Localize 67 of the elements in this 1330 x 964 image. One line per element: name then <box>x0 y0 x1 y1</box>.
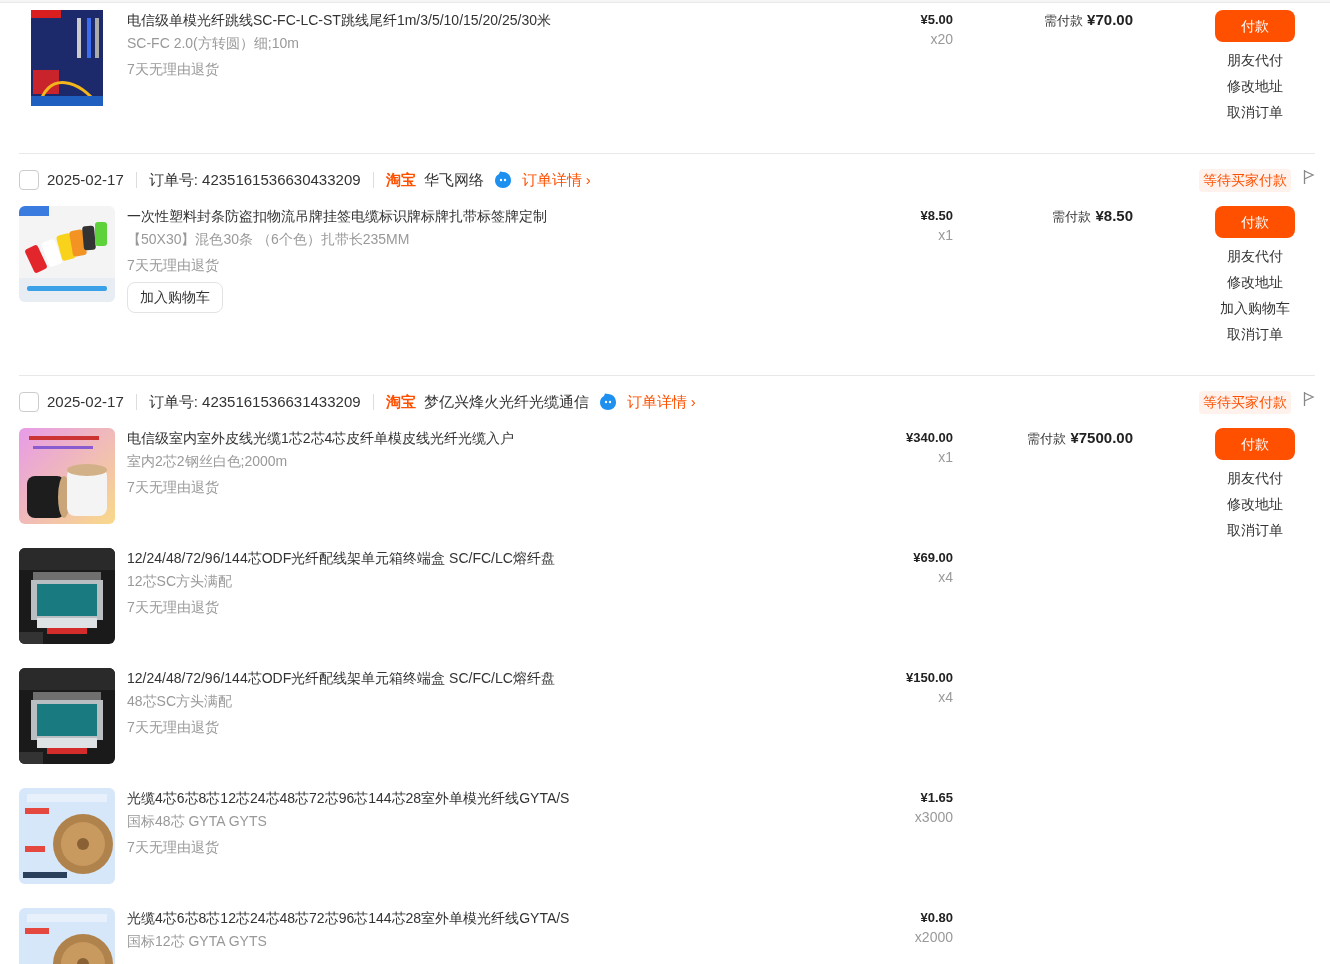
flag-icon[interactable] <box>1303 391 1315 407</box>
return-policy: 7天无理由退货 <box>127 838 220 857</box>
status-badge: 等待买家付款 <box>1199 390 1291 414</box>
status-badge: 等待买家付款 <box>1199 168 1291 192</box>
return-policy: 7天无理由退货 <box>127 598 220 617</box>
action-link[interactable]: 朋友代付 <box>1227 47 1283 73</box>
total-amount: ¥70.00 <box>1087 11 1133 28</box>
order-number: 订单号: 4235161536631433209 <box>148 391 361 412</box>
product-title[interactable]: 电信级室内室外皮线光缆1芯2芯4芯皮纤单模皮线光纤光缆入户 <box>127 428 727 448</box>
quantity: x1 <box>937 448 953 466</box>
checkbox[interactable] <box>19 392 39 412</box>
chat-icon[interactable] <box>598 393 617 411</box>
return-policy: 7天无理由退货 <box>127 478 220 497</box>
unit-price: ¥69.00 <box>912 549 953 567</box>
platform-label: 淘宝 <box>385 169 416 190</box>
product-spec: 12芯SC方头满配 <box>127 572 234 591</box>
product-spec: 室内2芯2钢丝白色;2000m <box>127 452 289 471</box>
total-label: 需付款 <box>1027 431 1067 446</box>
quantity: x1 <box>937 226 953 244</box>
action-link[interactable]: 加入购物车 <box>1220 295 1290 321</box>
quantity: x4 <box>937 688 953 706</box>
total-amount: ¥7500.00 <box>1070 429 1133 446</box>
product-title[interactable]: 光缆4芯6芯8芯12芯24芯48芯72芯96芯144芯28室外单模光纤线GYTA/S <box>127 908 727 928</box>
quantity: x20 <box>929 30 953 48</box>
shop-name[interactable]: 华飞网络 <box>423 168 484 192</box>
total-amount: ¥8.50 <box>1095 207 1133 224</box>
shop-name[interactable]: 梦亿兴烽火光纤光缆通信 <box>423 390 589 414</box>
return-policy: 7天无理由退货 <box>127 718 220 737</box>
total-label: 需付款 <box>1052 209 1092 224</box>
unit-price: ¥340.00 <box>905 429 953 447</box>
action-link[interactable]: 朋友代付 <box>1227 465 1283 491</box>
action-link[interactable]: 取消订单 <box>1227 517 1283 543</box>
checkbox[interactable] <box>19 170 39 190</box>
order-date: 2025-02-17 <box>47 169 124 190</box>
product-spec: 国标48芯 GYTA GYTS <box>127 812 268 831</box>
unit-price: ¥5.00 <box>919 11 953 29</box>
action-link[interactable]: 修改地址 <box>1227 491 1283 517</box>
product-title[interactable]: 光缆4芯6芯8芯12芯24芯48芯72芯96芯144芯28室外单模光纤线GYTA/S <box>127 788 727 808</box>
action-link[interactable]: 修改地址 <box>1227 73 1283 99</box>
product-title[interactable]: 一次性塑料封条防盗扣物流吊牌挂签电缆标识牌标牌扎带标签牌定制 <box>127 206 727 226</box>
add-to-cart-button[interactable]: 加入购物车 <box>127 282 223 313</box>
product-title[interactable]: 12/24/48/72/96/144芯ODF光纤配线架单元箱终端盒 SC/FC/LC熔纤盘 <box>127 548 727 568</box>
order-date: 2025-02-17 <box>47 391 124 412</box>
unit-price: ¥1.65 <box>919 789 953 807</box>
platform-label: 淘宝 <box>385 391 416 412</box>
product-spec: 48芯SC方头满配 <box>127 692 234 711</box>
unit-price: ¥0.80 <box>919 909 953 927</box>
return-policy: 7天无理由退货 <box>127 60 220 79</box>
product-title[interactable]: 12/24/48/72/96/144芯ODF光纤配线架单元箱终端盒 SC/FC/LC熔纤盘 <box>127 668 727 688</box>
action-link[interactable]: 修改地址 <box>1227 269 1283 295</box>
total-label: 需付款 <box>1044 13 1084 28</box>
product-spec: 【50X30】混色30条 （6个色）扎带长235MM <box>127 230 411 249</box>
unit-price: ¥150.00 <box>905 669 953 687</box>
quantity: x2000 <box>913 928 953 946</box>
chat-icon[interactable] <box>493 171 512 189</box>
action-link[interactable]: 朋友代付 <box>1227 243 1283 269</box>
action-link[interactable]: 取消订单 <box>1227 321 1283 347</box>
action-link[interactable]: 取消订单 <box>1227 99 1283 125</box>
quantity: x4 <box>937 568 953 586</box>
order-number: 订单号: 4235161536630433209 <box>148 169 361 190</box>
product-spec: 国标12芯 GYTA GYTS <box>127 932 268 951</box>
return-policy: 7天无理由退货 <box>127 256 220 275</box>
flag-icon[interactable] <box>1303 169 1315 185</box>
quantity: x3000 <box>913 808 953 826</box>
unit-price: ¥8.50 <box>919 207 953 225</box>
product-title[interactable]: 电信级单模光纤跳线SC-FC-LC-ST跳线尾纤1m/3/5/10/15/20/25/30米 <box>127 10 727 30</box>
product-spec: SC-FC 2.0(方转圆）细;10m <box>127 34 300 53</box>
